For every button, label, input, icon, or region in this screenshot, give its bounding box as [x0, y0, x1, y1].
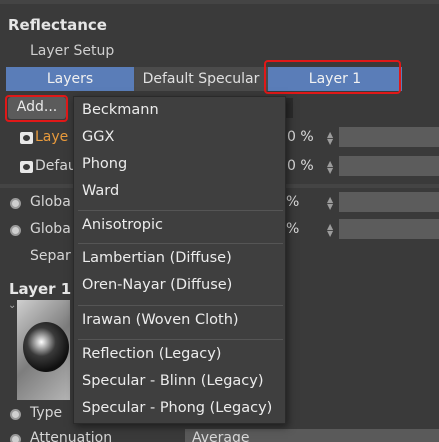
global-row-2-slider[interactable] [339, 219, 439, 239]
add-layer-menu: Beckmann GGX Phong Ward Anisotropic Lamb… [73, 96, 286, 424]
radio-icon[interactable] [10, 198, 21, 209]
tab-layers[interactable]: Layers [6, 67, 134, 91]
menu-item-specular-phong-legacy[interactable]: Specular - Phong (Legacy) [82, 400, 272, 416]
menu-separator [78, 210, 283, 211]
radio-icon[interactable] [10, 225, 21, 236]
default-row-percent[interactable]: 0 % [287, 158, 314, 174]
stepper-arrows-icon[interactable]: ▲ ▼ [327, 196, 335, 211]
material-preview [17, 300, 70, 400]
stepper-arrows-icon[interactable]: ▲ ▼ [327, 223, 335, 238]
menu-item-ggx[interactable]: GGX [82, 129, 114, 145]
eye-icon[interactable] [20, 132, 33, 144]
radio-icon[interactable] [10, 409, 21, 420]
global-row-2-label: Globa [30, 221, 71, 237]
layer-row-label[interactable]: Laye [35, 129, 68, 145]
attenuation-label: Attenuation [30, 430, 113, 442]
menu-item-oren-nayar[interactable]: Oren-Nayar (Diffuse) [82, 277, 232, 293]
preview-sphere [23, 322, 69, 372]
eye-icon[interactable] [20, 161, 33, 173]
layer-row-percent[interactable]: 0 % [287, 129, 314, 145]
type-label: Type [30, 405, 63, 421]
attenuation-value[interactable]: Average [192, 430, 250, 442]
menu-separator [78, 243, 283, 244]
default-row-slider[interactable] [339, 156, 439, 176]
menu-item-phong[interactable]: Phong [82, 156, 127, 172]
menu-item-ward[interactable]: Ward [82, 183, 119, 199]
global-row-1-label: Globa [30, 194, 71, 210]
layer-1-title: Layer 1 [9, 280, 72, 298]
global-row-1-slider[interactable] [339, 192, 439, 212]
tab-default-specular[interactable]: Default Specular [136, 67, 266, 91]
radio-icon[interactable] [10, 434, 21, 442]
section-title: Reflectance [8, 16, 107, 34]
stepper-arrows-icon[interactable]: ▲ ▼ [327, 160, 335, 175]
menu-item-beckmann[interactable]: Beckmann [82, 102, 159, 118]
menu-item-lambertian[interactable]: Lambertian (Diffuse) [82, 250, 232, 266]
menu-item-irawan[interactable]: Irawan (Woven Cloth) [82, 312, 239, 328]
highlight-box-layer-1 [264, 60, 401, 94]
global-row-2-percent[interactable]: % [286, 221, 299, 237]
menu-item-reflection-legacy[interactable]: Reflection (Legacy) [82, 346, 221, 362]
highlight-box-add [5, 95, 68, 122]
separate-row-label: Separ [30, 248, 71, 264]
menu-separator [78, 339, 283, 340]
menu-item-specular-blinn-legacy[interactable]: Specular - Blinn (Legacy) [82, 373, 264, 389]
top-divider [0, 0, 439, 4]
global-row-1-percent[interactable]: % [286, 194, 299, 210]
layer-setup-label: Layer Setup [30, 43, 115, 59]
stepper-arrows-icon[interactable]: ▲ ▼ [327, 131, 335, 146]
chevron-down-icon[interactable]: ⌄ [8, 300, 16, 311]
menu-item-anisotropic[interactable]: Anisotropic [82, 217, 163, 233]
menu-separator [78, 305, 283, 306]
layer-row-slider[interactable] [339, 127, 439, 147]
default-row-label[interactable]: Defau [35, 158, 77, 174]
